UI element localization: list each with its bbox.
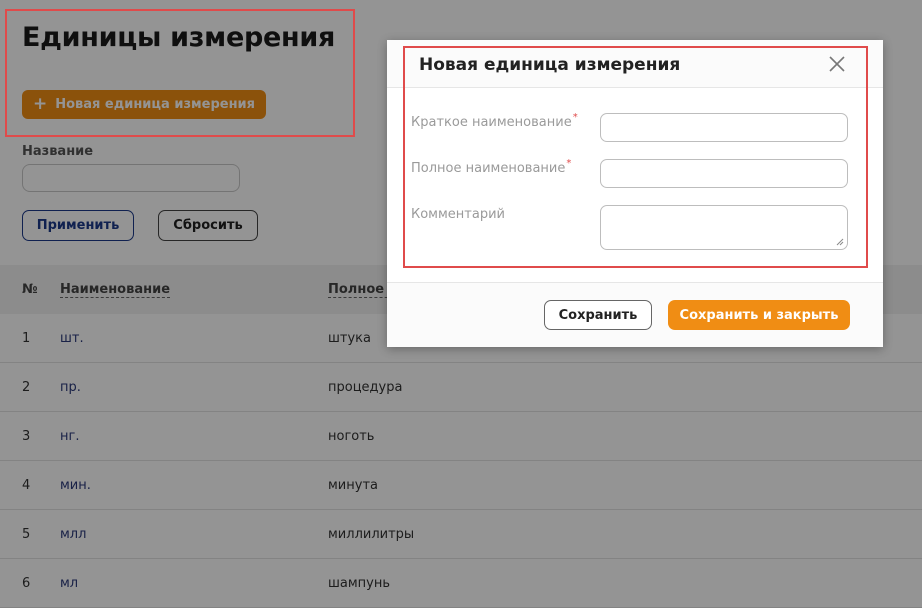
full-name-label-text: Полное наименование <box>411 161 566 176</box>
required-marker: * <box>566 158 572 169</box>
full-name-label: Полное наименование* <box>411 158 572 176</box>
dialog-footer: Сохранить Сохранить и закрыть <box>387 282 883 347</box>
comment-textarea[interactable] <box>600 205 848 250</box>
dialog-title: Новая единица измерения <box>419 55 681 75</box>
close-icon[interactable] <box>827 54 847 74</box>
new-unit-dialog: Новая единица измерения Краткое наименов… <box>387 40 883 347</box>
save-button[interactable]: Сохранить <box>544 300 652 330</box>
dialog-header: Новая единица измерения <box>387 40 883 88</box>
save-and-close-button[interactable]: Сохранить и закрыть <box>668 300 850 330</box>
comment-label: Комментарий <box>411 207 505 222</box>
resize-grip-icon[interactable] <box>836 238 844 246</box>
short-name-input[interactable] <box>600 113 848 142</box>
short-name-label-text: Краткое наименование <box>411 115 572 130</box>
required-marker: * <box>572 112 578 123</box>
full-name-input[interactable] <box>600 159 848 188</box>
highlight-frame-page-header <box>5 9 355 137</box>
short-name-label: Краткое наименование* <box>411 112 578 130</box>
